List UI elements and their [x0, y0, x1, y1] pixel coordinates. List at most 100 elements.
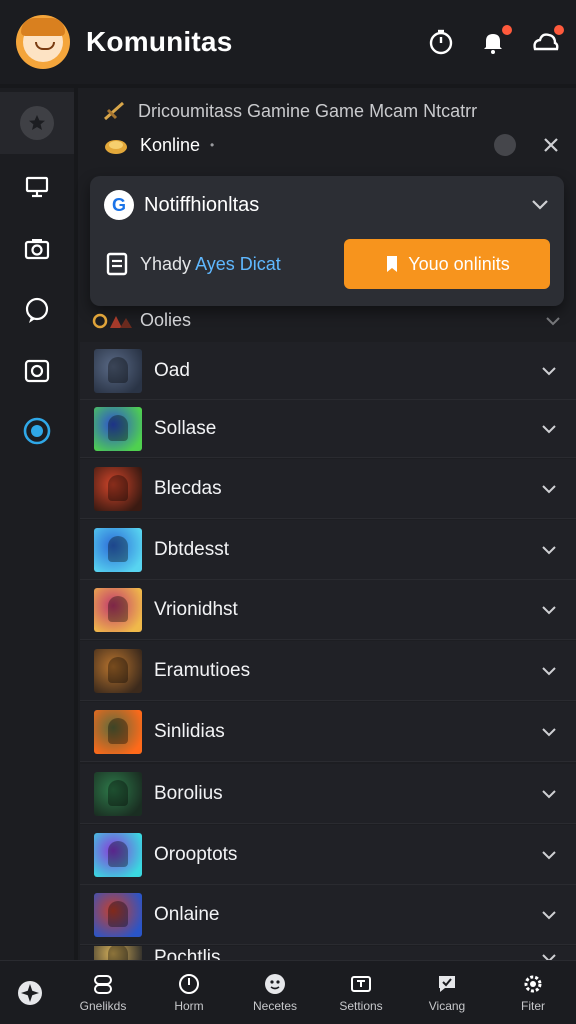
list-item-label: Oad	[154, 359, 190, 381]
notification-body: Yhady Ayes Dicat Youo onlinits	[106, 238, 550, 290]
message-icon	[439, 975, 455, 992]
nav-item-fiter[interactable]: Fiter	[490, 973, 576, 1013]
chevron-down-icon[interactable]	[540, 849, 558, 861]
list-item[interactable]: Dbtdesst	[80, 520, 576, 580]
sidebar-item-desktop[interactable]	[0, 156, 74, 218]
list-item[interactable]: Eramutioes	[80, 641, 576, 701]
go-online-label: Youo onlinits	[408, 253, 510, 274]
chevron-down-icon[interactable]	[530, 198, 550, 212]
list-item-label: Borolius	[154, 782, 223, 804]
list-item[interactable]: Borolius	[80, 764, 576, 824]
gear-icon	[524, 975, 542, 992]
nav-item-gnelikds[interactable]: Gnelikds	[60, 973, 146, 1013]
status-text: Konline	[140, 134, 201, 155]
chevron-down-icon[interactable]	[540, 665, 558, 677]
notification-card: G Notiffhionltas Yhady Ayes Dicat Youo o…	[90, 176, 564, 306]
game-thumbnail	[94, 832, 142, 877]
avatar-face-icon	[21, 18, 65, 62]
grid-icon	[351, 975, 371, 992]
nav-item-vicang[interactable]: Vicang	[404, 973, 490, 1013]
status-indicator[interactable]	[494, 134, 516, 156]
nav-item-horm[interactable]: Horm	[146, 973, 232, 1013]
list-item[interactable]: Sinlidias	[80, 702, 576, 762]
game-thumbnail	[94, 587, 142, 632]
game-thumbnail	[94, 648, 142, 693]
cloud-badge	[554, 25, 564, 35]
list-item[interactable]: Sollase	[80, 400, 576, 458]
list-item-label: Eramutioes	[154, 659, 251, 681]
list-item[interactable]: Blecdas	[80, 459, 576, 519]
chevron-down-icon[interactable]	[540, 726, 558, 738]
nav-label: Settions	[339, 998, 383, 1013]
nav-item-necetes[interactable]: Necetes	[232, 973, 318, 1013]
game-thumbnail	[94, 348, 142, 393]
game-thumbnail	[94, 892, 142, 937]
sidebar-item-favorites[interactable]	[0, 92, 74, 154]
nav-label: Necetes	[252, 998, 298, 1013]
notification-message: Yhady Ayes Dicat	[140, 254, 281, 275]
chevron-down-icon[interactable]	[544, 315, 562, 327]
notification-header[interactable]: G Notiffhionltas	[104, 190, 550, 220]
close-icon[interactable]	[540, 134, 562, 156]
header-actions	[426, 25, 564, 57]
list-item[interactable]: Oad	[80, 342, 576, 400]
game-thumbnail	[94, 771, 142, 816]
sidebar-item-record[interactable]	[0, 400, 74, 462]
section-title: Oolies	[140, 310, 192, 330]
list-item-label: Sollase	[154, 417, 217, 439]
star-icon	[20, 106, 54, 140]
status-row: Konline •	[102, 134, 562, 156]
record-icon	[23, 417, 51, 445]
sword-icon	[104, 101, 124, 121]
go-online-button[interactable]: Youo onlinits	[344, 239, 550, 289]
page-title: Komunitas	[86, 26, 233, 57]
game-thumbnail	[94, 709, 142, 754]
bell-icon[interactable]	[478, 25, 512, 57]
bookmark-icon	[387, 256, 398, 272]
game-thumbnail	[94, 466, 142, 511]
sidebar-item-chat[interactable]	[0, 280, 74, 342]
notification-badge	[502, 25, 512, 35]
nav-label: Fiter	[521, 998, 545, 1013]
chevron-down-icon[interactable]	[540, 423, 558, 435]
google-icon: G	[104, 190, 134, 220]
chevron-down-icon[interactable]	[540, 483, 558, 495]
app-root: Komunitas Dricoumitass Gamine Game Mcam …	[0, 0, 576, 1024]
chevron-down-icon[interactable]	[540, 788, 558, 800]
compass-icon	[18, 980, 42, 1005]
section-header[interactable]: Oolies	[92, 310, 562, 331]
main-panel: Dricoumitass Gamine Game Mcam Ntcatrr Ko…	[78, 88, 576, 970]
avatar[interactable]	[16, 15, 70, 69]
clock-icon	[179, 973, 199, 994]
list-item-label: Vrionidhst	[154, 598, 238, 620]
game-thumbnail	[94, 406, 142, 451]
chevron-down-icon[interactable]	[540, 604, 558, 616]
game-logo-icon	[92, 313, 132, 328]
sidebar-item-camera[interactable]	[0, 218, 74, 280]
list-item-label: Onlaine	[154, 903, 220, 925]
list-item[interactable]: Onlaine	[80, 885, 576, 945]
sidebar-item-screenshot[interactable]	[0, 340, 74, 402]
notification-message-prefix: Yhady	[140, 253, 192, 274]
nav-label: Horm	[174, 998, 204, 1013]
face-icon	[265, 973, 285, 994]
list-item[interactable]: Vrionidhst	[80, 580, 576, 640]
coin-icon	[105, 140, 127, 154]
list-item[interactable]: Orooptots	[80, 825, 576, 885]
timer-icon[interactable]	[426, 27, 456, 57]
cloud-icon[interactable]	[530, 25, 564, 57]
nav-label: Gnelikds	[79, 998, 127, 1013]
camera-icon	[24, 239, 50, 260]
screenshot-icon	[24, 359, 50, 383]
chevron-down-icon[interactable]	[540, 365, 558, 377]
nav-item-settions[interactable]: Settions	[318, 973, 404, 1013]
chevron-down-icon[interactable]	[540, 909, 558, 921]
notification-message-accent: Ayes Dicat	[195, 253, 281, 274]
status-suffix: •	[210, 138, 215, 152]
add-button[interactable]	[0, 979, 60, 1007]
bottom-nav: Gnelikds Horm Necetes Settions Vicang Fi…	[0, 960, 576, 1024]
desktop-icon	[25, 176, 49, 198]
chevron-down-icon[interactable]	[540, 544, 558, 556]
breadcrumb-text: Dricoumitass Gamine Game Mcam Ntcatrr	[138, 100, 478, 121]
list-item-label: Dbtdesst	[154, 538, 229, 560]
